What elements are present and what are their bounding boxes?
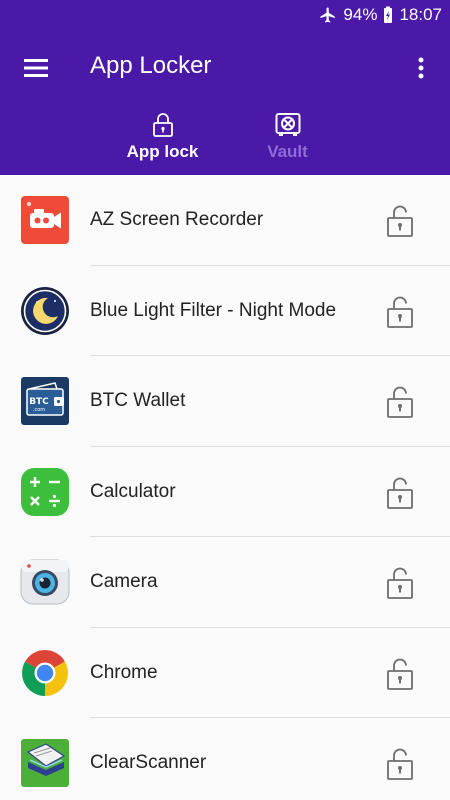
overflow-menu-button[interactable] bbox=[414, 50, 428, 86]
unlocked-padlock-icon[interactable] bbox=[386, 566, 414, 600]
list-item[interactable]: AZ Screen Recorder bbox=[0, 175, 450, 266]
menu-button[interactable] bbox=[18, 50, 54, 86]
vault-icon bbox=[275, 113, 300, 136]
tab-app-lock[interactable]: App lock bbox=[100, 112, 225, 162]
app-name: AZ Screen Recorder bbox=[90, 209, 264, 230]
app-name: Chrome bbox=[90, 661, 158, 683]
list-item[interactable]: Camera bbox=[0, 537, 450, 628]
btc-wallet-icon: BTC .com bbox=[21, 377, 69, 425]
app-title: App Locker bbox=[90, 52, 212, 79]
app-bar: App Locker App lock Vault bbox=[0, 30, 450, 175]
list-item[interactable]: BTC .com BTC Wallet bbox=[0, 356, 450, 447]
battery-charging-icon bbox=[383, 6, 393, 24]
svg-text:.com: .com bbox=[33, 407, 45, 413]
clearscanner-icon bbox=[21, 739, 69, 787]
screen: 94% 18:07 App Locker App lock Vault AZ S… bbox=[0, 0, 450, 800]
list-item[interactable]: Blue Light Filter - Night Mode bbox=[0, 266, 450, 356]
app-list: AZ Screen Recorder Blue Light Filter - N… bbox=[0, 175, 450, 800]
unlocked-padlock-icon[interactable] bbox=[386, 295, 414, 329]
unlocked-padlock-icon[interactable] bbox=[386, 747, 414, 781]
az-screen-recorder-icon bbox=[21, 196, 69, 244]
list-item[interactable]: Chrome bbox=[0, 628, 450, 718]
more-vertical-icon bbox=[418, 57, 424, 79]
padlock-icon bbox=[152, 113, 173, 137]
camera-icon bbox=[20, 559, 70, 605]
battery-percent: 94% bbox=[343, 5, 378, 24]
chrome-icon bbox=[22, 649, 68, 696]
app-name: BTC Wallet bbox=[90, 390, 186, 411]
app-name: Calculator bbox=[90, 480, 176, 502]
tab-bar: App lock Vault bbox=[100, 112, 350, 162]
app-name: Camera bbox=[90, 571, 158, 592]
hamburger-menu-icon bbox=[24, 59, 48, 77]
clock-time: 18:07 bbox=[399, 5, 442, 24]
list-item[interactable]: ClearScanner bbox=[0, 718, 450, 800]
unlocked-padlock-icon[interactable] bbox=[386, 657, 414, 691]
calculator-icon bbox=[21, 467, 69, 516]
tab-vault[interactable]: Vault bbox=[225, 112, 350, 162]
unlocked-padlock-icon[interactable] bbox=[386, 385, 414, 419]
unlocked-padlock-icon[interactable] bbox=[386, 476, 414, 510]
svg-text:BTC: BTC bbox=[29, 397, 49, 407]
list-item[interactable]: Calculator bbox=[0, 447, 450, 537]
tab-vault-label: Vault bbox=[267, 142, 308, 161]
app-name: ClearScanner bbox=[90, 752, 207, 773]
app-name: Blue Light Filter - Night Mode bbox=[90, 299, 337, 321]
blue-light-filter-icon bbox=[21, 286, 69, 335]
unlocked-padlock-icon[interactable] bbox=[386, 204, 414, 238]
tab-app-lock-label: App lock bbox=[126, 142, 199, 161]
status-bar: 94% 18:07 bbox=[0, 0, 450, 30]
airplane-mode-icon bbox=[319, 6, 337, 24]
